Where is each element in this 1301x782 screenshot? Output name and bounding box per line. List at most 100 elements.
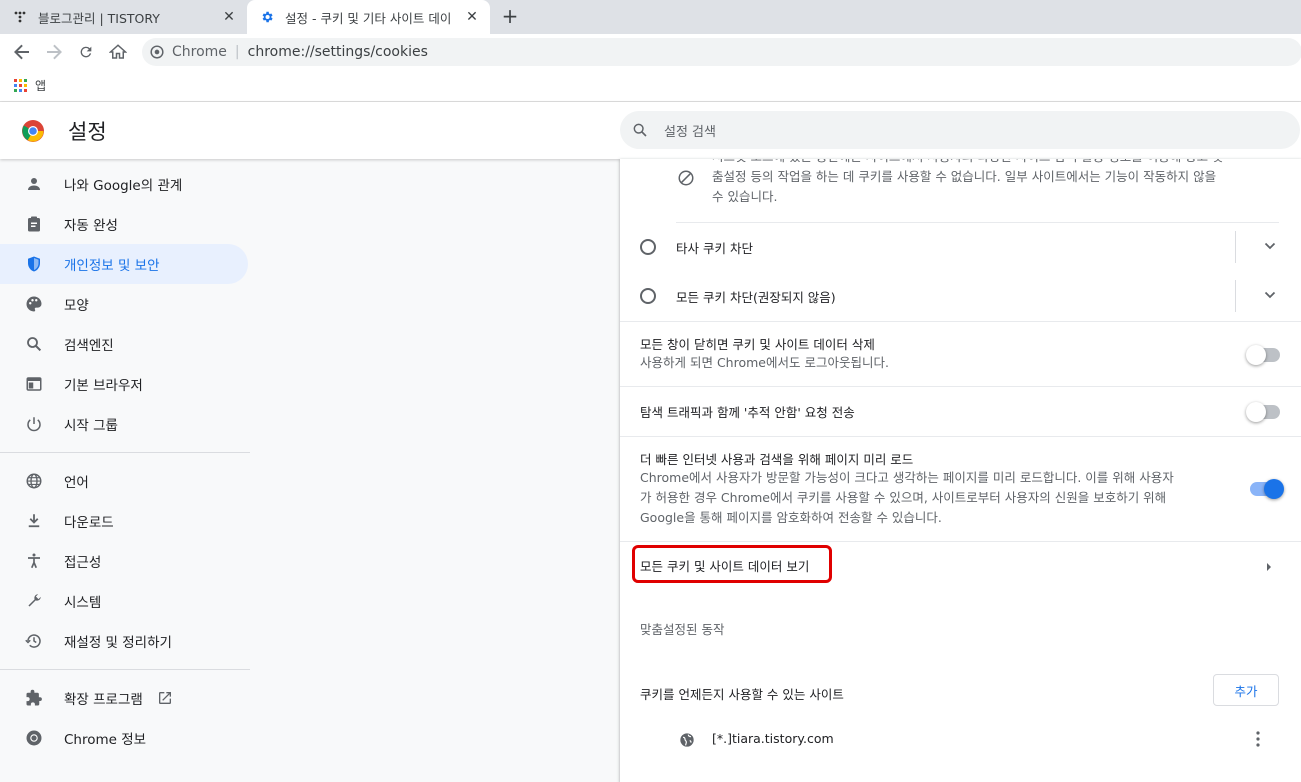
setting-title: 더 빠른 인터넷 사용과 검색을 위해 페이지 미리 로드	[640, 452, 914, 467]
description-line: 수 있습니다.	[712, 189, 778, 204]
home-icon[interactable]	[106, 40, 130, 64]
expand-separator	[1235, 280, 1236, 312]
radio-block-third-party-row[interactable]: 타사 쿠키 차단	[620, 223, 1301, 271]
globe-icon	[679, 732, 695, 751]
annotation-highlight-box	[632, 545, 832, 583]
chevron-down-icon[interactable]	[1264, 289, 1276, 301]
sidebar-item-privacy[interactable]: 개인정보 및 보안	[0, 244, 248, 284]
reload-icon[interactable]	[74, 40, 98, 64]
search-icon	[22, 332, 46, 356]
clipboard-icon	[22, 212, 46, 236]
sidebar-item-accessibility[interactable]: 접근성	[0, 541, 250, 581]
toggle-knob	[1246, 402, 1266, 422]
omnibox-origin: Chrome	[172, 44, 227, 60]
new-tab-button[interactable]: +	[498, 5, 522, 29]
tab-close-icon[interactable]: ✕	[464, 9, 480, 25]
tab-strip: 블로그관리 | TISTORY ✕ 설정 - 쿠키 및 기타 사이트 데이 ✕ …	[0, 0, 1301, 34]
allow-sites-heading-row: 쿠키를 언제든지 사용할 수 있는 사이트	[620, 678, 1301, 708]
settings-header: 설정 설정 검색	[0, 102, 1301, 159]
sidebar-item-about-chrome[interactable]: Chrome 정보	[0, 718, 250, 758]
sidebar-item-system[interactable]: 시스템	[0, 581, 250, 621]
more-vert-icon[interactable]	[1252, 730, 1264, 751]
sidebar-item-label: 검색엔진	[64, 338, 114, 354]
sidebar-item-search-engine[interactable]: 검색엔진	[0, 324, 250, 364]
site-list-item[interactable]: [*.]tiara.tistory.com	[620, 724, 1301, 756]
description-line: Chrome에서 사용자가 방문할 가능성이 크다고 생각하는 페이지를 미리 …	[640, 470, 1174, 485]
sidebar-item-label: 시작 그룹	[64, 418, 118, 434]
add-site-button[interactable]: 추가	[1213, 674, 1279, 706]
clear-on-exit-row[interactable]: 모든 창이 닫히면 쿠키 및 사이트 데이터 삭제 사용하게 되면 Chrome…	[620, 321, 1301, 386]
sidebar-item-downloads[interactable]: 다운로드	[0, 501, 250, 541]
description-line: Google을 통해 페이지를 암호화하여 전송할 수 있습니다.	[640, 510, 942, 525]
setting-title: 모든 창이 닫히면 쿠키 및 사이트 데이터 삭제	[640, 337, 875, 352]
sidebar-item-label: 나와 Google의 관계	[64, 178, 183, 194]
gear-icon	[259, 9, 275, 25]
sidebar-item-on-startup[interactable]: 시작 그룹	[0, 404, 250, 444]
settings-search-input[interactable]: 설정 검색	[620, 111, 1300, 149]
address-bar[interactable]: Chrome | chrome://settings/cookies	[142, 38, 1301, 66]
tistory-favicon-icon	[12, 9, 28, 25]
radio-block-all-row[interactable]: 모든 쿠키 차단(권장되지 않음)	[620, 272, 1301, 320]
sidebar-item-people[interactable]: 나와 Google의 관계	[0, 164, 250, 204]
power-icon	[22, 412, 46, 436]
sidebar-item-label: Chrome 정보	[64, 732, 147, 748]
wrench-icon	[22, 589, 46, 613]
person-icon	[22, 172, 46, 196]
sidebar-item-label: 다운로드	[64, 515, 114, 531]
incognito-block-description-row: 시크릿 모드에 있는 동안에는 사이트에서 사용자의 다양한 사이트 탐색 활동…	[620, 159, 1301, 207]
tab-settings[interactable]: 설정 - 쿠키 및 기타 사이트 데이 ✕	[247, 0, 490, 34]
browser-toolbar: Chrome | chrome://settings/cookies	[0, 34, 1301, 70]
radio-label: 타사 쿠키 차단	[676, 241, 753, 256]
shield-icon	[22, 252, 46, 276]
sidebar-item-label: 접근성	[64, 555, 102, 571]
chrome-icon	[22, 726, 46, 750]
section-subheading: 쿠키를 언제든지 사용할 수 있는 사이트	[640, 687, 844, 702]
sidebar-divider	[0, 669, 250, 670]
sidebar-item-languages[interactable]: 언어	[0, 461, 250, 501]
radio-button[interactable]	[640, 288, 656, 304]
description-line: 시크릿 모드에 있는 동안에는 사이트에서 사용자의 다양한 사이트 탐색 활동…	[712, 159, 1272, 167]
omnibox-url: chrome://settings/cookies	[247, 44, 428, 60]
open-in-new-icon	[157, 690, 173, 706]
sidebar-item-default-browser[interactable]: 기본 브라우저	[0, 364, 250, 404]
arrow-right-icon[interactable]	[1265, 560, 1273, 575]
apps-shortcut-label[interactable]: 앱	[35, 77, 46, 94]
expand-separator	[1235, 231, 1236, 263]
custom-behaviors-heading-row: 맞춤설정된 동작	[620, 614, 1301, 644]
preload-pages-toggle[interactable]	[1250, 479, 1284, 499]
clear-on-exit-toggle[interactable]	[1246, 345, 1280, 365]
bookmarks-bar: 앱	[0, 70, 1301, 102]
palette-icon	[22, 292, 46, 316]
sidebar-item-appearance[interactable]: 모양	[0, 284, 250, 324]
sidebar-item-label: 개인정보 및 보안	[64, 258, 160, 274]
cookies-settings-card: 시크릿 모드에 있는 동안에는 사이트에서 사용자의 다양한 사이트 탐색 활동…	[620, 159, 1301, 782]
radio-button[interactable]	[640, 239, 656, 255]
tab-title: 설정 - 쿠키 및 기타 사이트 데이	[285, 10, 452, 26]
sidebar-item-label: 자동 완성	[64, 218, 118, 234]
setting-description: 사용하게 되면 Chrome에서도 로그아웃됩니다.	[640, 355, 889, 370]
preload-pages-row[interactable]: 더 빠른 인터넷 사용과 검색을 위해 페이지 미리 로드 Chrome에서 사…	[620, 436, 1301, 541]
sidebar-item-extensions[interactable]: 확장 프로그램	[0, 678, 250, 718]
sidebar-item-label: 확장 프로그램	[64, 692, 143, 708]
sidebar-item-autofill[interactable]: 자동 완성	[0, 204, 250, 244]
back-arrow-icon[interactable]	[10, 40, 34, 64]
chevron-down-icon[interactable]	[1264, 240, 1276, 252]
puzzle-icon	[22, 686, 46, 710]
tab-close-icon[interactable]: ✕	[221, 9, 237, 25]
sidebar-item-reset[interactable]: 재설정 및 정리하기	[0, 621, 250, 661]
sidebar-item-label: 재설정 및 정리하기	[64, 635, 172, 651]
toggle-knob	[1246, 345, 1266, 365]
tab-tistory[interactable]: 블로그관리 | TISTORY ✕	[0, 0, 247, 34]
globe-icon	[22, 469, 46, 493]
do-not-track-toggle[interactable]	[1246, 402, 1280, 422]
sidebar-item-label: 언어	[64, 475, 89, 491]
forward-arrow-icon[interactable]	[42, 40, 66, 64]
section-heading: 맞춤설정된 동작	[640, 622, 725, 637]
sidebar-item-label: 시스템	[64, 595, 102, 611]
apps-grid-icon[interactable]	[14, 79, 27, 92]
search-placeholder: 설정 검색	[664, 124, 716, 140]
do-not-track-row[interactable]: 탐색 트래픽과 함께 '추적 안함' 요청 전송	[620, 386, 1301, 436]
tab-title: 블로그관리 | TISTORY	[38, 10, 160, 26]
history-icon	[22, 629, 46, 653]
sidebar-item-label: 모양	[64, 298, 89, 314]
